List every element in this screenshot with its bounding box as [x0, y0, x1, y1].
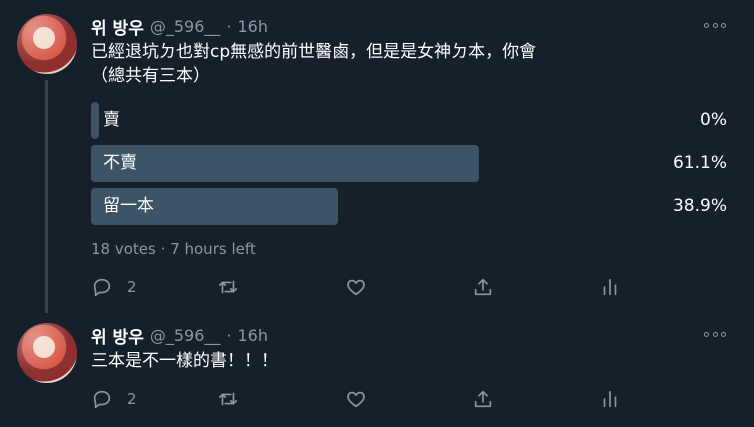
tweet-header: 위 방우 @_596__ · 16h [91, 323, 268, 348]
author-handle[interactable]: @_596__ [150, 17, 221, 36]
like-button[interactable] [345, 387, 367, 411]
tweet-text: 三本是不一樣的書！！！ [91, 349, 731, 373]
share-button[interactable] [472, 275, 494, 299]
tweet-text-line: 已經退坑ㄉ也對cp無感的前世醫鹵，但是是女神ㄉ本，你會 [91, 42, 537, 62]
avatar[interactable] [17, 323, 77, 383]
like-button[interactable] [345, 275, 367, 299]
poll-option-label: 賣 [103, 110, 120, 130]
retweet-button[interactable] [217, 275, 239, 299]
separator-dot: · [160, 240, 166, 258]
reply-button[interactable]: 2 [91, 275, 137, 299]
reply-count: 2 [127, 390, 137, 408]
reply-icon [93, 278, 111, 297]
tweet-actions: 2 [91, 387, 631, 411]
reply-icon [93, 390, 111, 409]
poll-option: 賣 0% [91, 102, 731, 139]
tweet-text: 已經退坑ㄉ也對cp無感的前世醫鹵，但是是女神ㄉ本，你會 （總共有三本） [91, 40, 731, 88]
retweet-button[interactable] [217, 387, 239, 411]
thread-line [45, 80, 48, 313]
more-options-icon[interactable] [704, 21, 726, 29]
tweet-actions: 2 [91, 275, 631, 299]
reply-count: 2 [127, 278, 137, 296]
poll-option-label: 留一本 [103, 196, 154, 216]
poll-option-percent: 0% [700, 110, 727, 130]
tweet-time[interactable]: 16h [237, 17, 268, 36]
analytics-button[interactable] [599, 387, 621, 411]
analytics-button[interactable] [599, 275, 621, 299]
author-name[interactable]: 위 방우 [91, 323, 144, 348]
poll-option: 留一本 38.9% [91, 188, 731, 225]
author-handle[interactable]: @_596__ [150, 326, 221, 345]
avatar[interactable] [17, 14, 77, 74]
share-icon [474, 278, 492, 296]
tweet-text-line: 三本是不一樣的書！！！ [91, 351, 278, 371]
tweet-header: 위 방우 @_596__ · 16h [91, 14, 268, 39]
poll-meta: 18 votes · 7 hours left [91, 240, 256, 258]
like-icon [347, 391, 365, 408]
poll-option-percent: 38.9% [672, 196, 727, 216]
poll-option: 不賣 61.1% [91, 145, 731, 182]
poll: 賣 0% 不賣 61.1% 留一本 38.9% [91, 102, 731, 231]
share-button[interactable] [472, 387, 494, 411]
like-icon [347, 279, 365, 296]
tweet[interactable]: 위 방우 @_596__ · 16h 已經退坑ㄉ也對cp無感的前世醫鹵，但是是女… [0, 0, 754, 315]
reply-button[interactable]: 2 [91, 387, 137, 411]
analytics-icon [603, 390, 617, 408]
poll-votes: 18 votes [91, 240, 156, 258]
retweet-icon [218, 392, 238, 406]
poll-option-label: 不賣 [103, 153, 137, 173]
retweet-icon [218, 280, 238, 294]
author-name[interactable]: 위 방우 [91, 14, 144, 39]
poll-time-left: 7 hours left [170, 240, 256, 258]
tweet-text-line: （總共有三本） [91, 66, 210, 86]
tweet-time[interactable]: 16h [237, 326, 268, 345]
separator-dot: · [226, 16, 232, 36]
poll-bar [91, 145, 479, 182]
more-options-icon[interactable] [704, 330, 726, 338]
share-icon [474, 390, 492, 408]
tweet[interactable]: 위 방우 @_596__ · 16h 三本是不一樣的書！！！ 2 [0, 315, 754, 427]
poll-bar [91, 102, 99, 139]
analytics-icon [603, 278, 617, 296]
separator-dot: · [226, 325, 232, 345]
poll-option-percent: 61.1% [672, 153, 727, 173]
